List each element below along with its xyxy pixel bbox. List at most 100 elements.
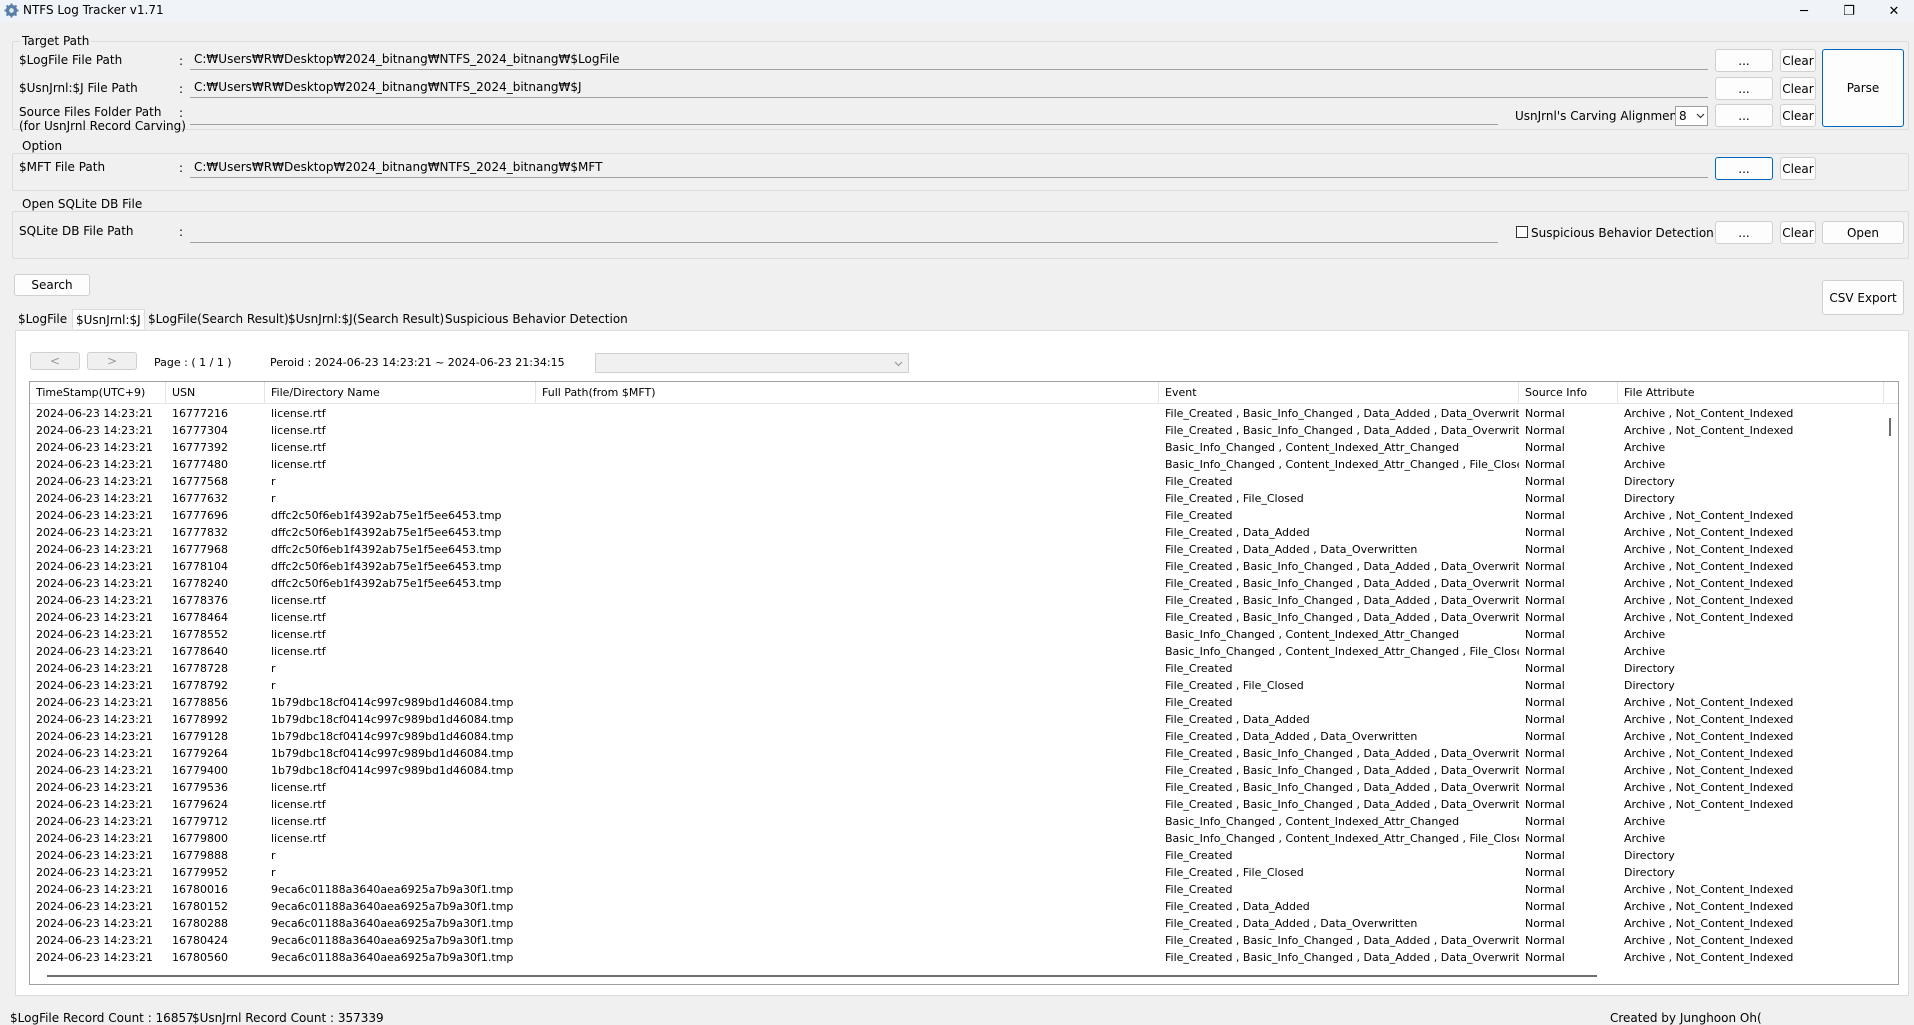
cell-timestamp: 2024-06-23 14:23:21: [36, 730, 153, 743]
sqlite-path-input[interactable]: [190, 222, 1498, 243]
horizontal-scroll-thumb[interactable]: [47, 975, 1597, 977]
table-row[interactable]: 2024-06-23 14:23:21 16778464 license.rtf Fi…: [30, 609, 1884, 626]
carving-alignment-value: 8: [1679, 109, 1687, 123]
cell-timestamp: 2024-06-23 14:23:21: [36, 611, 153, 624]
carving-alignment-select[interactable]: 8: [1675, 106, 1708, 126]
table-row[interactable]: 2024-06-23 14:23:21 16778104 dffc2c50f6eb1…: [30, 558, 1884, 575]
mft-path-input[interactable]: C:₩Users₩R₩Desktop₩2024_bitnang₩NTFS_202…: [190, 157, 1708, 178]
table-row[interactable]: 2024-06-23 14:23:21 16777392 license.rtf Ba…: [30, 439, 1884, 456]
cell-event: Basic_Info_Changed , Content_Indexed_Att…: [1165, 832, 1519, 845]
title-bar[interactable]: NTFS Log Tracker v1.71 ─ ❐ ✕: [0, 0, 1914, 22]
table-row[interactable]: 2024-06-23 14:23:21 16778856 1b79dbc18cf04…: [30, 694, 1884, 711]
usnjrnl-path-input[interactable]: C:₩Users₩R₩Desktop₩2024_bitnang₩NTFS_202…: [190, 77, 1708, 98]
mft-clear-button[interactable]: Clear: [1780, 157, 1816, 180]
tab-logfile-search-result[interactable]: $LogFile(Search Result): [145, 309, 292, 329]
cell-full-path: [536, 473, 1159, 490]
table-row[interactable]: 2024-06-23 14:23:21 16779264 1b79dbc18cf04…: [30, 745, 1884, 762]
table-row[interactable]: 2024-06-23 14:23:21 16777480 license.rtf Ba…: [30, 456, 1884, 473]
search-button[interactable]: Search: [14, 274, 90, 296]
close-button[interactable]: ✕: [1872, 0, 1914, 22]
open-button[interactable]: Open: [1822, 221, 1904, 244]
option-group-label: Option: [20, 139, 65, 153]
table-row[interactable]: 2024-06-23 14:23:21 16779400 1b79dbc18cf04…: [30, 762, 1884, 779]
table-row[interactable]: 2024-06-23 14:23:21 16778640 license.rtf Ba…: [30, 643, 1884, 660]
table-row[interactable]: 2024-06-23 14:23:21 16777632 r File_Created…: [30, 490, 1884, 507]
table-row[interactable]: 2024-06-23 14:23:21 16779128 1b79dbc18cf04…: [30, 728, 1884, 745]
table-row[interactable]: 2024-06-23 14:23:21 16780016 9eca6c01188a3…: [30, 881, 1884, 898]
table-row[interactable]: 2024-06-23 14:23:21 16779800 license.rtf Ba…: [30, 830, 1884, 847]
table-row[interactable]: 2024-06-23 14:23:21 16777832 dffc2c50f6eb1…: [30, 524, 1884, 541]
table-row[interactable]: 2024-06-23 14:23:21 16777568 r File_Created…: [30, 473, 1884, 490]
usnjrnl-browse-button[interactable]: ...: [1715, 77, 1773, 100]
page-indicator: Page : ( 1 / 1 ): [154, 356, 232, 369]
prev-page-button[interactable]: <: [30, 352, 80, 370]
cell-full-path: [536, 592, 1159, 609]
table-row[interactable]: 2024-06-23 14:23:21 16777216 license.rtf Fi…: [30, 405, 1884, 422]
table-row[interactable]: 2024-06-23 14:23:21 16780152 9eca6c01188a3…: [30, 898, 1884, 915]
table-row[interactable]: 2024-06-23 14:23:21 16777968 dffc2c50f6eb1…: [30, 541, 1884, 558]
tab-logfile[interactable]: $LogFile: [15, 309, 70, 329]
cell-full-path: [536, 677, 1159, 694]
cell-timestamp: 2024-06-23 14:23:21: [36, 628, 153, 641]
cell-usn: 16780152: [172, 900, 228, 913]
cell-full-path: [536, 558, 1159, 575]
table-row[interactable]: 2024-06-23 14:23:21 16778552 license.rtf Ba…: [30, 626, 1884, 643]
column-header-usn[interactable]: USN: [166, 382, 265, 404]
vertical-scroll-thumb[interactable]: [1889, 418, 1891, 436]
table-row[interactable]: 2024-06-23 14:23:21 16779888 r File_Created…: [30, 847, 1884, 864]
table-row[interactable]: 2024-06-23 14:23:21 16778792 r File_Created…: [30, 677, 1884, 694]
tab-usnjrnl[interactable]: $UsnJrnl:$J: [72, 309, 145, 329]
cell-usn: 16780016: [172, 883, 228, 896]
usnjrnl-clear-button[interactable]: Clear: [1780, 77, 1816, 100]
mft-browse-button[interactable]: ...: [1715, 157, 1773, 180]
cell-usn: 16778104: [172, 560, 228, 573]
tab-suspicious-behavior[interactable]: Suspicious Behavior Detection: [442, 309, 631, 329]
table-row[interactable]: 2024-06-23 14:23:21 16778992 1b79dbc18cf04…: [30, 711, 1884, 728]
cell-file-attribute: Archive , Not_Content_Indexed: [1624, 543, 1794, 556]
source-folder-clear-button[interactable]: Clear: [1780, 104, 1816, 127]
logfile-clear-button[interactable]: Clear: [1780, 49, 1816, 72]
cell-timestamp: 2024-06-23 14:23:21: [36, 713, 153, 726]
minimize-button[interactable]: ─: [1782, 0, 1826, 22]
source-folder-input[interactable]: [190, 104, 1498, 125]
cell-full-path: [536, 660, 1159, 677]
column-header-event[interactable]: Event: [1159, 382, 1519, 404]
sqlite-browse-button[interactable]: ...: [1715, 221, 1773, 244]
table-row[interactable]: 2024-06-23 14:23:21 16777304 license.rtf Fi…: [30, 422, 1884, 439]
restore-button[interactable]: ❐: [1827, 0, 1871, 22]
column-header-file-name[interactable]: File/Directory Name: [265, 382, 536, 404]
table-row[interactable]: 2024-06-23 14:23:21 16778376 license.rtf Fi…: [30, 592, 1884, 609]
usnjrnl-table[interactable]: TimeStamp(UTC+9) USN File/Directory Name Fu…: [29, 381, 1899, 985]
table-row[interactable]: 2024-06-23 14:23:21 16777696 dffc2c50f6eb1…: [30, 507, 1884, 524]
vertical-scrollbar[interactable]: [1882, 404, 1898, 970]
table-row[interactable]: 2024-06-23 14:23:21 16780424 9eca6c01188a3…: [30, 932, 1884, 949]
cell-event: File_Created , Basic_Info_Changed , Data…: [1165, 407, 1519, 420]
table-row[interactable]: 2024-06-23 14:23:21 16780288 9eca6c01188a3…: [30, 915, 1884, 932]
source-folder-browse-button[interactable]: ...: [1715, 104, 1773, 127]
parse-button[interactable]: Parse: [1822, 49, 1904, 127]
table-row[interactable]: 2024-06-23 14:23:21 16779712 license.rtf Ba…: [30, 813, 1884, 830]
sqlite-clear-button[interactable]: Clear: [1780, 221, 1816, 244]
table-row[interactable]: 2024-06-23 14:23:21 16779952 r File_Created…: [30, 864, 1884, 881]
csv-export-button[interactable]: CSV Export: [1822, 280, 1904, 315]
table-row[interactable]: 2024-06-23 14:23:21 16778728 r File_Created…: [30, 660, 1884, 677]
next-page-button[interactable]: >: [87, 352, 137, 370]
cell-timestamp: 2024-06-23 14:23:21: [36, 560, 153, 573]
logfile-path-input[interactable]: C:₩Users₩R₩Desktop₩2024_bitnang₩NTFS_202…: [190, 49, 1708, 70]
suspicious-checkbox[interactable]: [1516, 226, 1528, 238]
column-header-source-info[interactable]: Source Info: [1519, 382, 1618, 404]
cell-full-path: [536, 847, 1159, 864]
horizontal-scrollbar[interactable]: [30, 968, 1884, 984]
table-row[interactable]: 2024-06-23 14:23:21 16779624 license.rtf Fi…: [30, 796, 1884, 813]
table-row[interactable]: 2024-06-23 14:23:21 16779536 license.rtf Fi…: [30, 779, 1884, 796]
table-row[interactable]: 2024-06-23 14:23:21 16778240 dffc2c50f6eb1…: [30, 575, 1884, 592]
logfile-browse-button[interactable]: ...: [1715, 49, 1773, 72]
tab-usnjrnl-search-result[interactable]: $UsnJrnl:$J(Search Result): [285, 309, 447, 329]
filter-select[interactable]: [595, 353, 909, 373]
table-row[interactable]: 2024-06-23 14:23:21 16780560 9eca6c01188a3…: [30, 949, 1884, 966]
colon: :: [179, 82, 184, 96]
column-header-file-attribute[interactable]: File Attribute: [1618, 382, 1884, 404]
column-header-full-path[interactable]: Full Path(from $MFT): [536, 382, 1159, 404]
cell-event: Basic_Info_Changed , Content_Indexed_Att…: [1165, 628, 1460, 641]
column-header-timestamp[interactable]: TimeStamp(UTC+9): [30, 382, 166, 404]
